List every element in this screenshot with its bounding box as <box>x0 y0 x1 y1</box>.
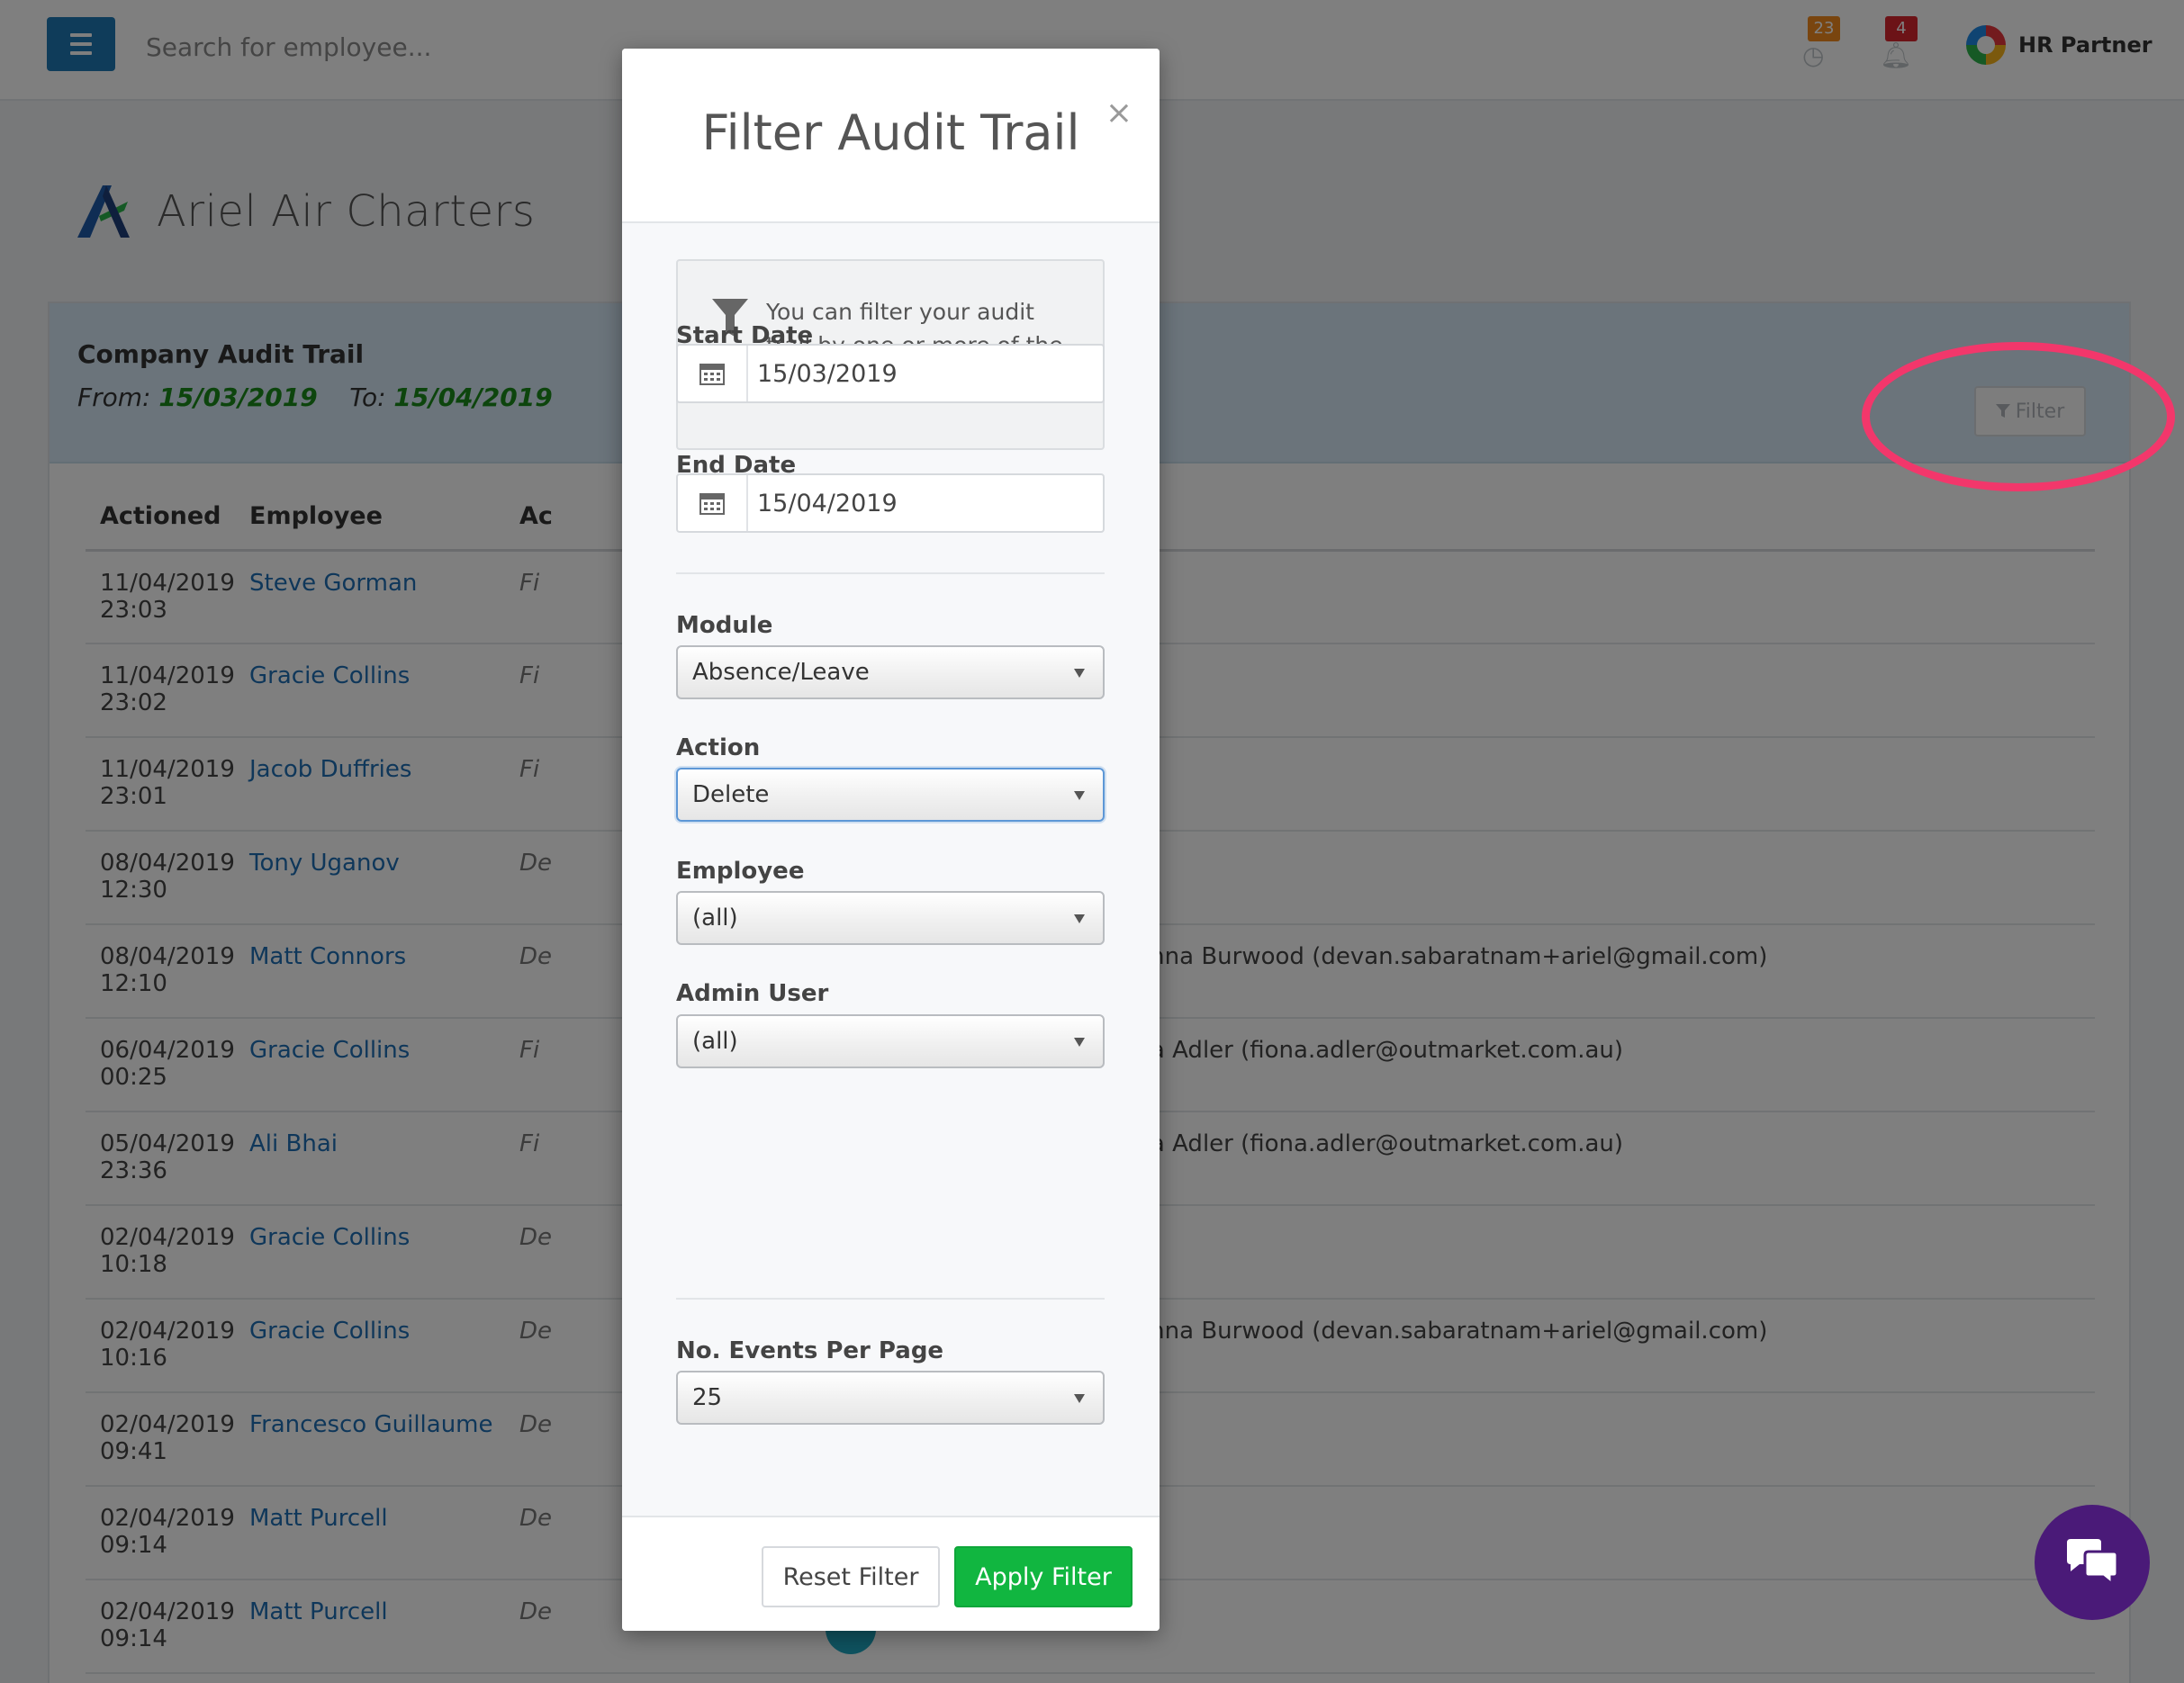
apply-filter-button[interactable]: Apply Filter <box>954 1546 1133 1607</box>
employee-select[interactable]: (all) <box>676 891 1105 945</box>
action-select[interactable]: Delete <box>676 768 1105 822</box>
events-per-page-select[interactable]: 25 <box>676 1371 1105 1425</box>
modal-header: Filter Audit Trail × <box>622 49 1160 223</box>
events-per-page-value: 25 <box>692 1384 723 1411</box>
divider <box>676 572 1105 574</box>
close-icon[interactable]: × <box>1106 97 1133 130</box>
modal-footer: Reset Filter Apply Filter <box>622 1516 1160 1631</box>
admin-user-select[interactable]: (all) <box>676 1014 1105 1068</box>
module-select-value: Absence/Leave <box>692 659 870 686</box>
start-date-value[interactable]: 15/03/2019 <box>748 346 1103 401</box>
divider <box>676 1298 1105 1300</box>
reset-filter-button[interactable]: Reset Filter <box>762 1546 940 1607</box>
calendar-icon[interactable] <box>678 475 748 531</box>
chevron-down-icon <box>1074 669 1085 678</box>
employee-label: Employee <box>676 858 805 885</box>
module-label: Module <box>676 612 773 639</box>
end-date-value[interactable]: 15/04/2019 <box>748 475 1103 531</box>
chevron-down-icon <box>1074 1038 1085 1047</box>
module-select[interactable]: Absence/Leave <box>676 645 1105 699</box>
end-date-field[interactable]: 15/04/2019 <box>676 473 1105 533</box>
chevron-down-icon <box>1074 914 1085 923</box>
start-date-field[interactable]: 15/03/2019 <box>676 344 1105 403</box>
admin-user-select-value: (all) <box>692 1028 738 1055</box>
chevron-down-icon <box>1074 791 1085 800</box>
chat-bubbles-icon <box>2067 1539 2119 1588</box>
admin-user-label: Admin User <box>676 980 829 1007</box>
filter-audit-trail-modal: Filter Audit Trail × You can filter your… <box>622 49 1160 1631</box>
modal-title: Filter Audit Trail <box>701 104 1080 161</box>
employee-select-value: (all) <box>692 904 738 932</box>
action-label: Action <box>676 734 761 761</box>
action-select-value: Delete <box>692 781 770 808</box>
events-per-page-label: No. Events Per Page <box>676 1337 944 1364</box>
filter-highlight-annotation <box>1862 342 2175 491</box>
chat-button[interactable] <box>2035 1505 2150 1620</box>
chevron-down-icon <box>1074 1394 1085 1403</box>
calendar-icon[interactable] <box>678 346 748 401</box>
